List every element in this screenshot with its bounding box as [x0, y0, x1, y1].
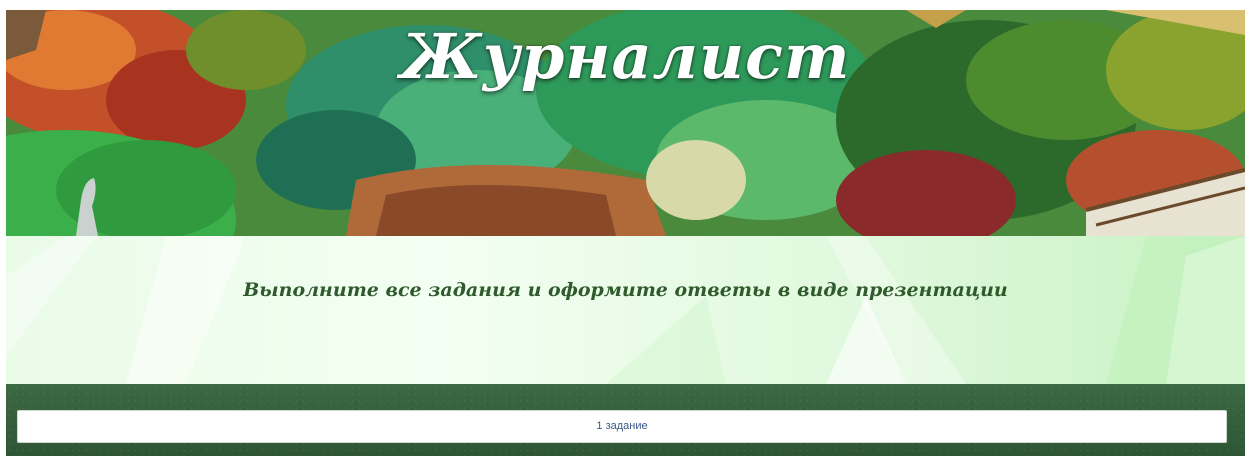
page-title: Журналист — [400, 20, 851, 93]
page: Журналист Выполните все задания и оформи… — [0, 0, 1245, 456]
band-background-pattern — [6, 236, 1245, 384]
task-footer: 1 задание — [6, 384, 1245, 456]
header-banner: Журналист — [6, 10, 1245, 236]
task-1-button[interactable]: 1 задание — [17, 410, 1227, 443]
instruction-text: Выполните все задания и оформите ответы … — [243, 279, 1008, 301]
instruction-band: Выполните все задания и оформите ответы … — [6, 236, 1245, 384]
